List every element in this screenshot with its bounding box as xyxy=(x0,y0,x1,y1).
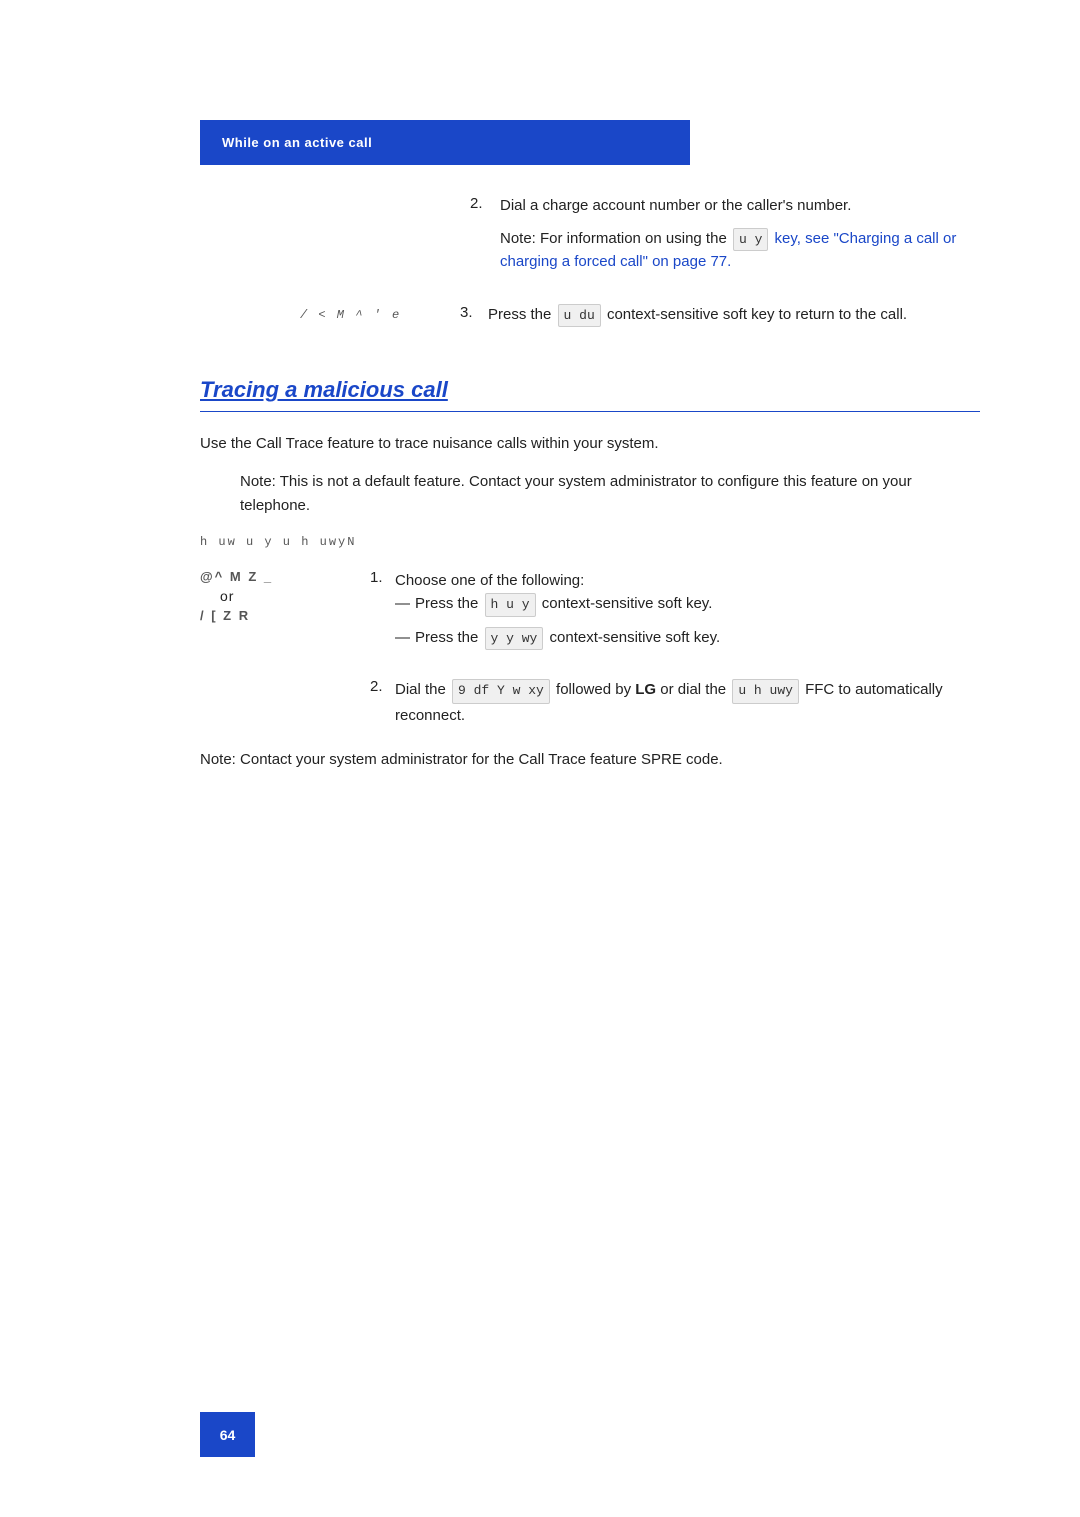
proc-step-1-number-container: 1. xyxy=(370,569,395,586)
proc-step-2-middle: followed by xyxy=(556,681,631,698)
step-3-key: u du xyxy=(558,304,601,328)
bullet2-suffix: context-sensitive soft key. xyxy=(550,629,721,646)
proc-step-2-row: 2. Dial the 9 df Y w xy followed by LG o… xyxy=(370,678,980,728)
bullet1-prefix: Press the xyxy=(415,595,478,612)
proc-step-2-bold: LG xyxy=(635,681,656,698)
proc-step-1-bullets: Press the h u y context-sensitive soft k… xyxy=(395,593,980,650)
step-3-symbol: / < M ^ ' e xyxy=(300,308,401,322)
proc-step-1-content: Choose one of the following: Press the h… xyxy=(395,569,980,660)
header-banner: While on an active call xyxy=(200,120,690,165)
page-number: 64 xyxy=(220,1427,236,1443)
steps-container: 2. Dial a charge account number or the c… xyxy=(200,195,1000,327)
proc-step-1-row: @^ M Z _ or / [ Z R 1. Choose one of the… xyxy=(200,569,980,660)
proc-step-2-content: Dial the 9 df Y w xy followed by LG or d… xyxy=(395,678,980,728)
proc-step-2-number: 2. xyxy=(370,678,383,695)
section-divider xyxy=(200,411,980,412)
procedure-section: @^ M Z _ or / [ Z R 1. Choose one of the… xyxy=(200,569,980,772)
step-3-text-suffix: context-sensitive soft key to return to … xyxy=(607,306,907,323)
proc-step-1-bullet1: Press the h u y context-sensitive soft k… xyxy=(395,593,980,617)
bullet1-key: h u y xyxy=(485,593,536,617)
proc-step-1-or: or xyxy=(220,588,234,604)
proc-step-2-key1: 9 df Y w xy xyxy=(452,679,550,704)
step-3-image: / < M ^ ' e xyxy=(300,304,460,322)
section-intro: Use the Call Trace feature to trace nuis… xyxy=(200,432,980,456)
procedure-header-text: h uw u y u h uwyN xyxy=(200,535,356,549)
proc-step-1-images: @^ M Z _ or / [ Z R xyxy=(200,569,370,623)
proc-step-2-text1-prefix: Dial the xyxy=(395,681,446,698)
header-banner-text: While on an active call xyxy=(222,135,372,150)
step-2-text: Dial a charge account number or the call… xyxy=(500,197,851,214)
section-note: Note: This is not a default feature. Con… xyxy=(240,470,980,518)
step-2-content: Dial a charge account number or the call… xyxy=(500,195,1000,284)
page-number-box: 64 xyxy=(200,1412,255,1457)
section-heading: Tracing a malicious call Use the Call Tr… xyxy=(200,377,980,549)
proc-step-1-image1: @^ M Z _ xyxy=(200,569,273,584)
step-2-note-prefix: Note: For information on using the xyxy=(500,230,727,247)
step-3-text-prefix: Press the xyxy=(488,306,551,323)
step-2-number: 2. xyxy=(470,195,500,212)
proc-step-1-bullet2: Press the y y wy context-sensitive soft … xyxy=(395,627,980,651)
section-title: Tracing a malicious call xyxy=(200,377,980,407)
proc-step-1-image2: / [ Z R xyxy=(200,608,250,623)
page-container: While on an active call 2. Dial a charge… xyxy=(0,120,1080,1517)
step-3-text: Press the u du context-sensitive soft ke… xyxy=(488,304,907,328)
bullet2-key: y y wy xyxy=(485,627,544,651)
step-3-content: 3. Press the u du context-sensitive soft… xyxy=(460,304,907,328)
procedure-header: h uw u y u h uwyN xyxy=(200,532,980,549)
proc-step-2-number-container: 2. xyxy=(370,678,395,695)
note-bottom: Note: Contact your system administrator … xyxy=(200,748,980,772)
step-2-item: 2. Dial a charge account number or the c… xyxy=(470,195,1000,284)
proc-step-1-intro: Choose one of the following: xyxy=(395,572,584,589)
bullet1-suffix: context-sensitive soft key. xyxy=(542,595,713,612)
proc-step-2-or: or dial the xyxy=(660,681,726,698)
proc-step-2-key2: u h uwy xyxy=(732,679,799,704)
proc-step-1-number: 1. xyxy=(370,569,383,586)
step-2-note: Note: For information on using the u y k… xyxy=(500,228,1000,274)
step-3-row: / < M ^ ' e 3. Press the u du context-se… xyxy=(300,304,1000,328)
step-2-note-key: u y xyxy=(733,228,768,252)
step-3-number: 3. xyxy=(460,304,488,321)
bullet2-prefix: Press the xyxy=(415,629,478,646)
